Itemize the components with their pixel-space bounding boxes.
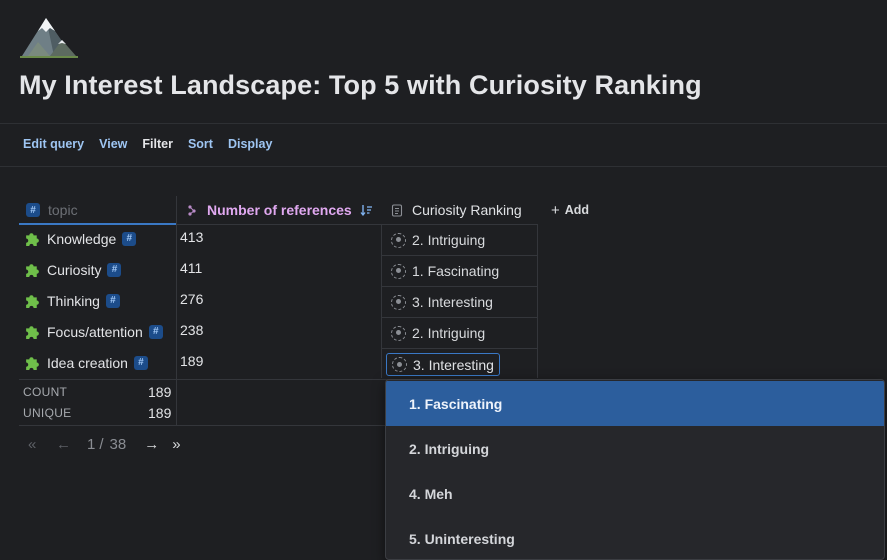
column-header-references[interactable]: Number of references bbox=[187, 196, 372, 224]
current-page: 1 bbox=[87, 436, 96, 453]
references-cell[interactable]: 189 bbox=[180, 353, 203, 369]
option-meh[interactable]: 4. Meh bbox=[386, 471, 884, 516]
option-fascinating[interactable]: 1. Fascinating bbox=[386, 381, 884, 426]
hashtag-icon: # bbox=[107, 262, 122, 277]
document-icon bbox=[391, 203, 403, 217]
sort-button[interactable]: Sort bbox=[188, 137, 213, 151]
hashtag-icon: # bbox=[133, 355, 148, 370]
hashtag-icon: # bbox=[122, 231, 137, 246]
divider bbox=[0, 123, 887, 124]
column-header-ranking[interactable]: Curiosity Ranking bbox=[391, 196, 522, 224]
option-uninteresting[interactable]: 5. Uninteresting bbox=[386, 516, 884, 559]
ranking-cell[interactable]: 2. Intriguing bbox=[391, 325, 485, 341]
status-circle-icon bbox=[391, 263, 406, 279]
row-divider bbox=[381, 317, 538, 318]
column-divider bbox=[381, 224, 382, 378]
ranking-cell[interactable]: 2. Intriguing bbox=[391, 232, 485, 248]
references-cell[interactable]: 413 bbox=[180, 229, 203, 245]
references-cell[interactable]: 276 bbox=[180, 291, 203, 307]
puzzle-piece-icon bbox=[26, 264, 39, 277]
puzzle-piece-icon bbox=[26, 295, 39, 308]
row-divider bbox=[381, 255, 538, 256]
next-page-button[interactable]: → bbox=[144, 436, 172, 453]
plus-icon: + bbox=[551, 201, 560, 219]
active-column-indicator bbox=[19, 223, 176, 225]
query-toolbar: Edit query View Filter Sort Display bbox=[23, 137, 272, 151]
display-button[interactable]: Display bbox=[228, 137, 272, 151]
footer-unique-value: 189 bbox=[148, 405, 172, 421]
mountain-icon bbox=[20, 18, 78, 58]
hashtag-icon: # bbox=[105, 293, 120, 308]
ranking-cell-active[interactable]: 3. Interesting bbox=[386, 353, 500, 376]
first-page-button[interactable]: « bbox=[28, 436, 56, 453]
edit-query-button[interactable]: Edit query bbox=[23, 137, 84, 151]
pagination: « ← 1 / 38 → » bbox=[28, 436, 200, 453]
column-header-topic[interactable]: # topic bbox=[26, 196, 78, 224]
footer-count-label: COUNT bbox=[23, 385, 68, 399]
footer-count-value: 189 bbox=[148, 384, 172, 400]
table-row[interactable]: Focus/attention # bbox=[24, 323, 163, 340]
add-column-button[interactable]: + Add bbox=[551, 196, 589, 224]
view-button[interactable]: View bbox=[99, 137, 127, 151]
table-row[interactable]: Knowledge # bbox=[24, 230, 137, 247]
puzzle-piece-icon bbox=[26, 326, 39, 339]
total-pages: 38 bbox=[109, 436, 127, 453]
divider bbox=[0, 166, 887, 167]
hashtag-icon: # bbox=[26, 203, 40, 217]
row-divider bbox=[381, 286, 538, 287]
property-icon bbox=[188, 205, 196, 216]
ranking-cell[interactable]: 3. Interesting bbox=[391, 294, 493, 310]
last-page-button[interactable]: » bbox=[172, 436, 200, 453]
prev-page-button[interactable]: ← bbox=[56, 436, 84, 453]
hashtag-icon: # bbox=[148, 324, 163, 339]
ranking-cell[interactable]: 1. Fascinating bbox=[391, 263, 499, 279]
puzzle-piece-icon bbox=[26, 233, 39, 246]
column-divider bbox=[176, 196, 177, 426]
table-row[interactable]: Idea creation # bbox=[24, 354, 148, 371]
page-title: My Interest Landscape: Top 5 with Curios… bbox=[19, 70, 702, 100]
status-circle-icon bbox=[391, 232, 406, 248]
option-intriguing[interactable]: 2. Intriguing bbox=[386, 426, 884, 471]
status-circle-icon bbox=[391, 325, 406, 341]
page-separator: / bbox=[99, 436, 104, 453]
references-cell[interactable]: 238 bbox=[180, 322, 203, 338]
puzzle-piece-icon bbox=[26, 357, 39, 370]
sort-descending-icon[interactable] bbox=[360, 204, 372, 216]
row-divider bbox=[381, 348, 538, 349]
table-row[interactable]: Curiosity # bbox=[24, 261, 122, 278]
status-circle-icon bbox=[392, 357, 407, 372]
references-cell[interactable]: 411 bbox=[180, 260, 202, 276]
filter-button[interactable]: Filter bbox=[142, 137, 173, 151]
status-circle-icon bbox=[391, 294, 406, 310]
header-divider bbox=[176, 224, 538, 225]
table-row[interactable]: Thinking # bbox=[24, 292, 120, 309]
footer-unique-label: UNIQUE bbox=[23, 406, 72, 420]
ranking-options-dropdown: 1. Fascinating 2. Intriguing 4. Meh 5. U… bbox=[385, 379, 885, 560]
column-divider bbox=[537, 224, 538, 378]
